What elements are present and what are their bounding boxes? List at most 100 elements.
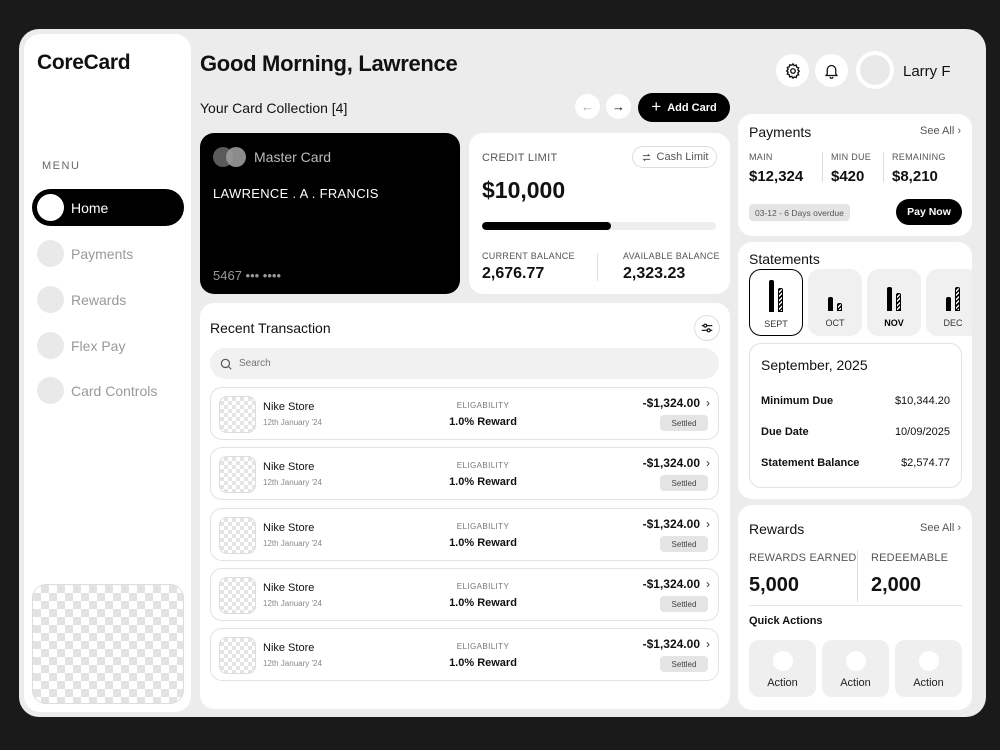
transaction-date: 12th January '24 [263,659,322,668]
transaction-row[interactable]: Nike Store 12th January '24 ELIGABILITY … [210,628,719,681]
eligibility-label: ELIGABILITY [456,461,510,470]
credit-limit-value: $10,000 [482,177,566,203]
recent-transactions-panel: Recent Transaction Nike Store 12th Janua… [200,303,730,709]
card-holder-name: LAWRENCE . A . FRANCIS [213,186,379,201]
overdue-badge: 03-12 - 6 Days overdue [749,204,850,221]
status-badge: Settled [660,536,708,552]
transaction-date: 12th January '24 [263,599,322,608]
flex-pay-icon [37,332,64,359]
main-value: $12,324 [749,168,804,185]
statement-balance-label: Statement Balance [761,457,860,469]
gear-icon [785,62,800,79]
app-window: CoreCard MENU Home Payments Rewards Flex… [19,29,986,717]
plus-icon: + [651,97,662,116]
reward-rate: 1.0% Reward [449,476,517,488]
add-card-button[interactable]: + Add Card [638,93,730,122]
reward-rate: 1.0% Reward [449,657,517,669]
statement-period: September, 2025 [761,357,868,373]
transaction-amount: -$1,324.00 [642,577,700,591]
statement-month-nov[interactable]: NOV [867,269,921,336]
mastercard-logo-icon [213,147,249,167]
filter-button[interactable] [694,315,720,341]
current-balance-value: 2,676.77 [482,265,545,282]
payments-see-all-link[interactable]: See All › [920,125,961,137]
credit-limit-panel: CREDIT LIMIT Cash Limit $10,000 CURRENT … [469,133,730,294]
due-date-value: 10/09/2025 [894,426,950,438]
month-bars-icon [867,277,921,311]
sidebar-item-card-controls[interactable]: Card Controls [32,372,184,409]
merchant-thumbnail [219,456,256,493]
statements-title: Statements [749,251,820,267]
search-input[interactable] [239,358,699,369]
quick-action-button[interactable]: Action [749,640,816,697]
month-bars-icon [808,277,862,311]
rewards-see-all-link[interactable]: See All › [920,522,961,534]
add-card-label: Add Card [667,101,717,114]
reward-rate: 1.0% Reward [449,537,517,549]
statements-panel: Statements SEPT OCT NOV DEC September, 2… [738,242,972,499]
card-number: 5467 ••• •••• [213,268,282,283]
transactions-title: Recent Transaction [210,320,331,336]
statement-month-dec[interactable]: DEC [926,269,972,336]
avatar[interactable] [856,51,894,89]
pay-now-button[interactable]: Pay Now [896,199,962,225]
sidebar-item-label: Home [71,199,109,216]
cash-limit-button[interactable]: Cash Limit [632,146,717,168]
divider [883,152,884,182]
action-label: Action [913,677,944,689]
settings-button[interactable] [776,54,809,87]
transaction-amount: -$1,324.00 [642,456,700,470]
statement-balance-value: $2,574.77 [901,457,950,469]
chevron-right-icon: › [706,577,710,591]
merchant-thumbnail [219,637,256,674]
next-card-button[interactable]: → [606,94,631,119]
transaction-amount: -$1,324.00 [642,517,700,531]
bell-icon [824,64,839,79]
action-label: Action [767,677,798,689]
menu-label: MENU [42,160,81,172]
credit-card[interactable]: Master Card LAWRENCE . A . FRANCIS 5467 … [200,133,460,294]
status-badge: Settled [660,596,708,612]
month-label: DEC [943,318,963,328]
statement-detail-card: September, 2025 Minimum Due $10,344.20 D… [749,343,962,488]
swap-icon [642,153,650,161]
action-icon [773,651,793,671]
transaction-row[interactable]: Nike Store 12th January '24 ELIGABILITY … [210,387,719,440]
available-balance-value: 2,323.23 [623,265,686,282]
chevron-right-icon: › [957,522,961,534]
transaction-row[interactable]: Nike Store 12th January '24 ELIGABILITY … [210,568,719,621]
avatar-image [860,55,890,85]
chevron-right-icon: › [957,125,961,137]
sidebar-item-flex-pay[interactable]: Flex Pay [32,327,184,364]
remaining-value: $8,210 [892,168,938,185]
reward-rate: 1.0% Reward [449,597,517,609]
transaction-row[interactable]: Nike Store 12th January '24 ELIGABILITY … [210,508,719,561]
prev-card-button[interactable]: ← [575,94,600,119]
chevron-right-icon: › [706,396,710,410]
sidebar-item-rewards[interactable]: Rewards [32,281,184,318]
merchant-name: Nike Store [263,522,315,534]
merchant-thumbnail [219,577,256,614]
sidebar-item-label: Payments [71,245,134,262]
month-bars-icon [750,278,802,312]
statement-month-sept[interactable]: SEPT [749,269,803,336]
username: Larry F [903,63,951,80]
rewards-earned-label: REWARDS EARNED [749,552,857,564]
merchant-name: Nike Store [263,642,315,654]
quick-action-button[interactable]: Action [895,640,962,697]
sidebar-item-payments[interactable]: Payments [32,235,184,272]
status-badge: Settled [660,415,708,431]
rewards-title: Rewards [749,521,805,537]
merchant-name: Nike Store [263,582,315,594]
reward-rate: 1.0% Reward [449,416,517,428]
statement-month-oct[interactable]: OCT [808,269,862,336]
status-badge: Settled [660,475,708,491]
notifications-button[interactable] [815,54,848,87]
chevron-right-icon: › [706,637,710,651]
sidebar-item-label: Rewards [71,291,127,308]
sidebar-item-home[interactable]: Home [32,189,184,226]
sidebar-item-label: Flex Pay [71,337,126,354]
quick-action-button[interactable]: Action [822,640,889,697]
action-icon [919,651,939,671]
transaction-row[interactable]: Nike Store 12th January '24 ELIGABILITY … [210,447,719,500]
